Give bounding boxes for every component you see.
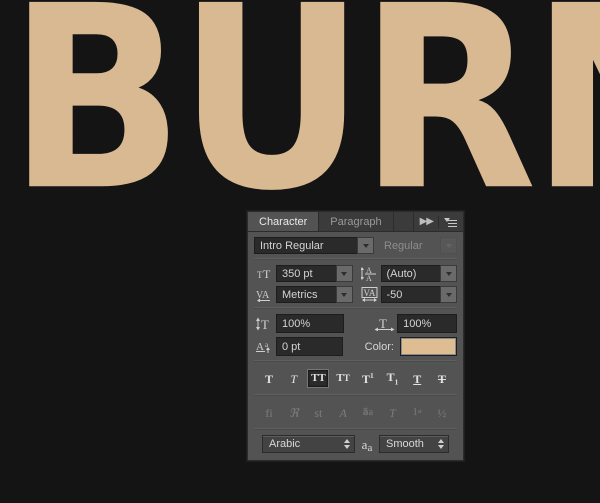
font-style-input[interactable]: Regular	[378, 237, 440, 254]
ordinals-button[interactable]: 1st	[406, 403, 428, 422]
tracking-icon: VA	[359, 286, 381, 303]
font-family-dropdown-button[interactable]	[357, 237, 374, 254]
baseline-shift-icon: A a	[254, 338, 276, 355]
vertical-scale-icon: T	[254, 315, 276, 332]
superscript-button[interactable]: T1	[357, 369, 379, 388]
kerning-icon: V A	[254, 286, 276, 303]
divider-4	[254, 394, 457, 396]
language-select[interactable]: Arabic	[262, 435, 355, 453]
discretionary-ligatures-button[interactable]: st	[307, 403, 329, 422]
anti-alias-select-value: Smooth	[386, 438, 424, 450]
font-size-input[interactable]: 350 pt	[276, 265, 336, 282]
font-style-combo[interactable]: Regular	[378, 237, 457, 254]
all-caps-button[interactable]: TT	[307, 369, 329, 388]
stylistic-alternates-button[interactable]: a⃗a	[357, 403, 379, 422]
divider-1	[254, 258, 457, 260]
contextual-alternates-button[interactable]: ℜ	[283, 403, 305, 422]
panel-menu-icon[interactable]	[444, 217, 457, 227]
scale-row: T 100% T 100%	[254, 314, 457, 333]
language-select-spinner[interactable]	[344, 439, 350, 449]
faux-bold-button[interactable]: T	[258, 369, 280, 388]
character-panel-body: Intro Regular Regular T T	[248, 232, 463, 459]
artwork-text-burn: BURN	[8, 0, 600, 200]
leading-combo[interactable]: (Auto)	[381, 265, 458, 282]
font-style-buttons-row: T T TT TT T1 T1 T T	[254, 367, 457, 390]
kerning-tracking-row: V A Metrics VA	[254, 286, 457, 303]
standard-ligatures-button[interactable]: fi	[258, 403, 280, 422]
font-family-combo[interactable]: Intro Regular	[254, 237, 374, 254]
baseline-color-row: A a 0 pt Color:	[254, 337, 457, 356]
tab-strip-spacer	[394, 212, 414, 231]
horizontal-scale-input[interactable]: 100%	[397, 314, 457, 333]
language-antialias-row: Arabic aa Smooth	[254, 435, 457, 453]
header-divider	[438, 216, 439, 228]
svg-text:A: A	[262, 290, 270, 301]
strikethrough-button[interactable]: T	[431, 369, 453, 388]
anti-aliasing-icon: aa	[355, 438, 379, 451]
baseline-shift-input[interactable]: 0 pt	[276, 337, 343, 356]
tracking-dropdown-button[interactable]	[440, 286, 457, 303]
svg-text:T: T	[379, 317, 387, 331]
divider-5	[254, 428, 457, 430]
leading-dropdown-button[interactable]	[440, 265, 457, 282]
font-style-dropdown-button[interactable]	[440, 237, 457, 254]
collapse-to-icons-icon[interactable]: ▶▶	[420, 217, 433, 227]
anti-alias-select-spinner[interactable]	[438, 439, 444, 449]
faux-italic-button[interactable]: T	[283, 369, 305, 388]
leading-icon: A A	[359, 265, 381, 282]
font-family-input[interactable]: Intro Regular	[254, 237, 357, 254]
tracking-input[interactable]: -50	[381, 286, 441, 303]
svg-text:T: T	[263, 267, 271, 280]
font-row: Intro Regular Regular	[254, 237, 457, 254]
subscript-button[interactable]: T1	[382, 369, 404, 388]
horizontal-scale-icon: T	[373, 315, 398, 332]
kerning-dropdown-button[interactable]	[336, 286, 353, 303]
tracking-combo[interactable]: -50	[381, 286, 458, 303]
small-caps-button[interactable]: TT	[332, 369, 354, 388]
panel-tab-strip: Character Paragraph ▶▶	[248, 212, 463, 232]
document-artboard: BURN	[0, 0, 600, 200]
divider-3	[254, 360, 457, 362]
kerning-input[interactable]: Metrics	[276, 286, 336, 303]
font-size-combo[interactable]: 350 pt	[276, 265, 353, 282]
svg-text:A: A	[366, 274, 372, 281]
anti-alias-select[interactable]: Smooth	[379, 435, 449, 453]
font-size-dropdown-button[interactable]	[336, 265, 353, 282]
leading-input[interactable]: (Auto)	[381, 265, 441, 282]
svg-text:VA: VA	[363, 288, 375, 298]
opentype-buttons-row: fi ℜ st A a⃗a T 1st ½	[254, 401, 457, 424]
tab-character[interactable]: Character	[248, 212, 319, 231]
text-color-swatch[interactable]	[400, 337, 457, 356]
character-panel: Character Paragraph ▶▶ Intro Regular	[247, 211, 464, 461]
divider-2	[254, 307, 457, 309]
tab-paragraph[interactable]: Paragraph	[319, 212, 393, 231]
language-select-value: Arabic	[269, 438, 300, 450]
kerning-combo[interactable]: Metrics	[276, 286, 353, 303]
font-size-icon: T T	[254, 265, 276, 282]
underline-button[interactable]: T	[406, 369, 428, 388]
swash-button[interactable]: A	[332, 403, 354, 422]
svg-text:T: T	[261, 317, 269, 331]
titling-alternates-button[interactable]: T	[382, 403, 404, 422]
size-leading-row: T T 350 pt A A	[254, 265, 457, 282]
color-label: Color:	[365, 341, 394, 353]
panel-header-icons: ▶▶	[414, 212, 463, 231]
fractions-button[interactable]: ½	[431, 403, 453, 422]
photoshop-canvas: BURN Character Paragraph ▶▶ Intro Regula…	[0, 0, 600, 503]
vertical-scale-input[interactable]: 100%	[276, 314, 344, 333]
